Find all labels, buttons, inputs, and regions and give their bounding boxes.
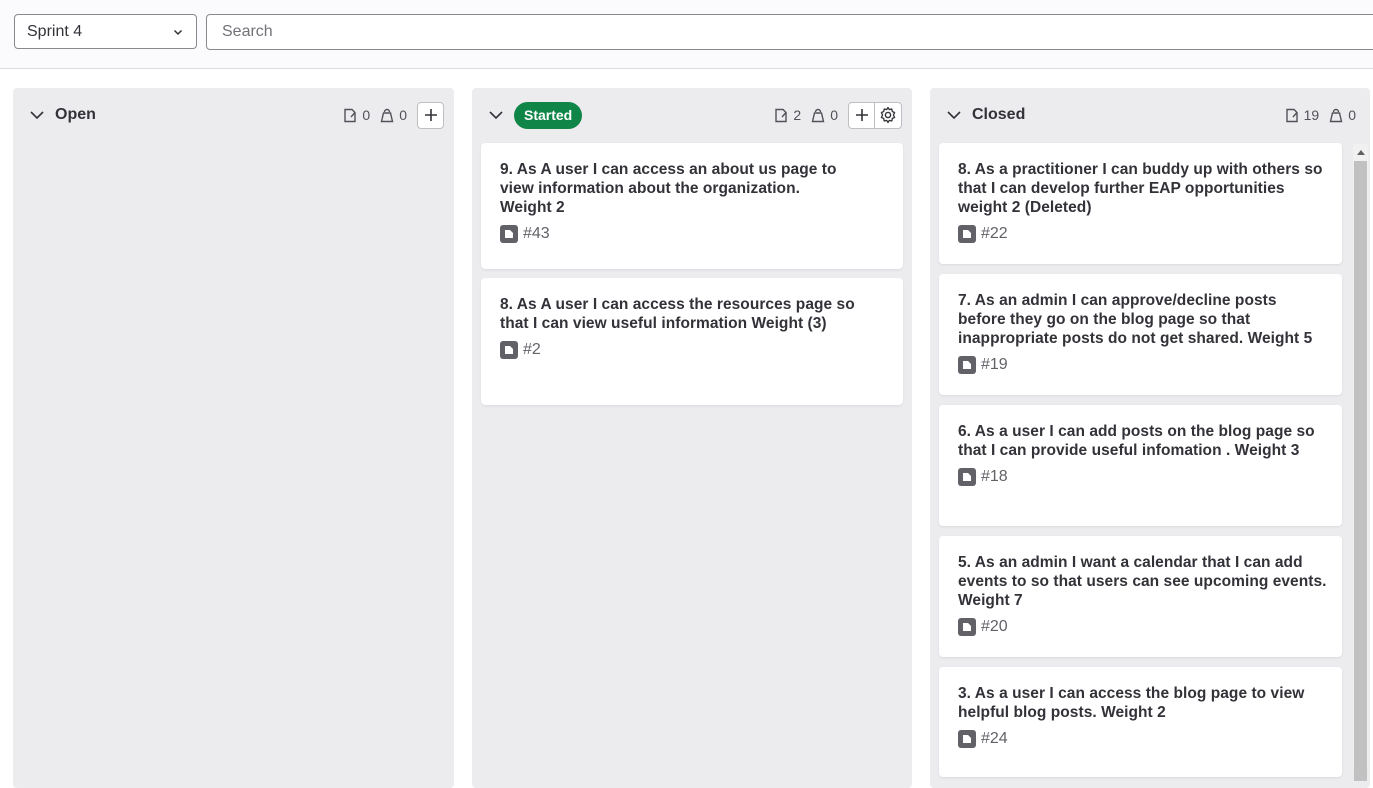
issue-card-title[interactable]: 8. As A user I can access the resources … <box>500 295 860 333</box>
issue-reference[interactable]: #19 <box>981 356 1008 374</box>
issue-count: 0 <box>343 107 370 123</box>
chevron-down-icon <box>173 29 183 35</box>
weight-count-value: 0 <box>830 107 838 123</box>
issues-icon <box>775 108 788 122</box>
issue-card[interactable]: 5. As an admin I want a calendar that I … <box>939 536 1342 657</box>
gear-icon <box>880 106 896 124</box>
column-header: Open 0 0 <box>13 88 454 142</box>
issue-card-meta: #22 <box>958 225 1323 243</box>
column-actions <box>848 101 902 129</box>
issue-count-value: 19 <box>1303 107 1320 123</box>
issue-type-icon <box>958 225 976 243</box>
issue-reference[interactable]: #2 <box>523 341 541 359</box>
issue-card-title[interactable]: 7. As an admin I can approve/decline pos… <box>958 291 1328 348</box>
weight-count: 0 <box>1329 107 1356 123</box>
sprint-dropdown[interactable]: Sprint 4 <box>14 14 197 49</box>
issue-reference[interactable]: #20 <box>981 618 1008 636</box>
weight-count-value: 0 <box>399 107 407 123</box>
scroll-up-arrow-icon[interactable] <box>1353 144 1368 159</box>
column-header: Closed 19 0 <box>930 88 1370 142</box>
column-label-badge[interactable]: Started <box>514 101 583 129</box>
column-scrollbar[interactable] <box>1353 144 1368 781</box>
issue-card-title[interactable]: 3. As a user I can access the blog page … <box>958 684 1308 722</box>
issue-card[interactable]: 7. As an admin I can approve/decline pos… <box>939 274 1342 395</box>
issue-count-value: 0 <box>362 107 371 123</box>
issue-card-title[interactable]: 8. As a practitioner I can buddy up with… <box>958 160 1328 217</box>
column-title: Closed <box>972 106 1026 123</box>
issue-card-meta: #19 <box>958 356 1323 374</box>
issue-card-title[interactable]: 5. As an admin I want a calendar that I … <box>958 553 1328 610</box>
board: Open 0 0 Started 2 0 Closed 19 0 9. As A… <box>0 69 1373 788</box>
column-header: Started 2 0 <box>472 88 912 142</box>
sprint-dropdown-value: Sprint 4 <box>27 22 83 40</box>
issue-card-meta: #24 <box>958 730 1323 748</box>
issue-type-icon <box>958 356 976 374</box>
plus-icon <box>424 109 437 121</box>
weight-icon <box>811 108 825 122</box>
column-title: Open <box>55 106 96 123</box>
issue-type-icon <box>958 730 976 748</box>
add-issue-button[interactable] <box>417 101 444 129</box>
issue-card[interactable]: 8. As A user I can access the resources … <box>481 278 903 405</box>
column-settings-button[interactable] <box>875 101 902 129</box>
issue-count: 19 <box>1285 107 1320 123</box>
issue-card[interactable]: 6. As a user I can add posts on the blog… <box>939 405 1342 526</box>
issue-card-title[interactable]: 6. As a user I can add posts on the blog… <box>958 422 1328 460</box>
weight-count: 0 <box>811 107 838 123</box>
issue-type-icon <box>500 225 518 243</box>
issue-card[interactable]: 8. As a practitioner I can buddy up with… <box>939 143 1342 264</box>
chevron-down-icon[interactable] <box>944 105 964 125</box>
weight-count-value: 0 <box>1348 107 1356 123</box>
chevron-down-icon[interactable] <box>27 105 47 125</box>
issues-icon <box>1285 108 1298 122</box>
issue-type-icon <box>958 618 976 636</box>
issue-card-meta: #18 <box>958 468 1323 486</box>
chevron-down-icon[interactable] <box>486 105 506 125</box>
issue-card[interactable]: 3. As a user I can access the blog page … <box>939 667 1342 777</box>
column-counts: 0 0 <box>343 107 417 123</box>
scrollbar-thumb[interactable] <box>1354 161 1367 781</box>
issue-reference[interactable]: #22 <box>981 225 1008 243</box>
search-input[interactable] <box>206 14 1373 50</box>
issue-type-icon <box>500 341 518 359</box>
plus-icon <box>855 109 868 121</box>
issue-card[interactable]: 9. As A user I can access an about us pa… <box>481 143 903 269</box>
issue-reference[interactable]: #18 <box>981 468 1008 486</box>
column-counts: 2 0 <box>774 107 848 123</box>
issue-card-meta: #2 <box>500 341 884 359</box>
weight-count: 0 <box>380 107 407 123</box>
issue-count-value: 2 <box>793 107 802 123</box>
weight-icon <box>380 108 394 122</box>
issues-icon <box>344 108 357 122</box>
issue-reference[interactable]: #24 <box>981 730 1008 748</box>
weight-icon <box>1329 108 1343 122</box>
issue-count: 2 <box>774 107 801 123</box>
issue-type-icon <box>958 468 976 486</box>
issue-card-meta: #43 <box>500 225 884 243</box>
column-counts: 19 0 <box>1285 107 1366 123</box>
board-column-open: Open 0 0 <box>13 88 454 788</box>
add-issue-button[interactable] <box>848 101 875 129</box>
issue-reference[interactable]: #43 <box>523 225 550 243</box>
issue-card-meta: #20 <box>958 618 1323 636</box>
issue-card-title[interactable]: 9. As A user I can access an about us pa… <box>500 160 850 217</box>
filter-bar: Sprint 4 <box>0 0 1373 69</box>
